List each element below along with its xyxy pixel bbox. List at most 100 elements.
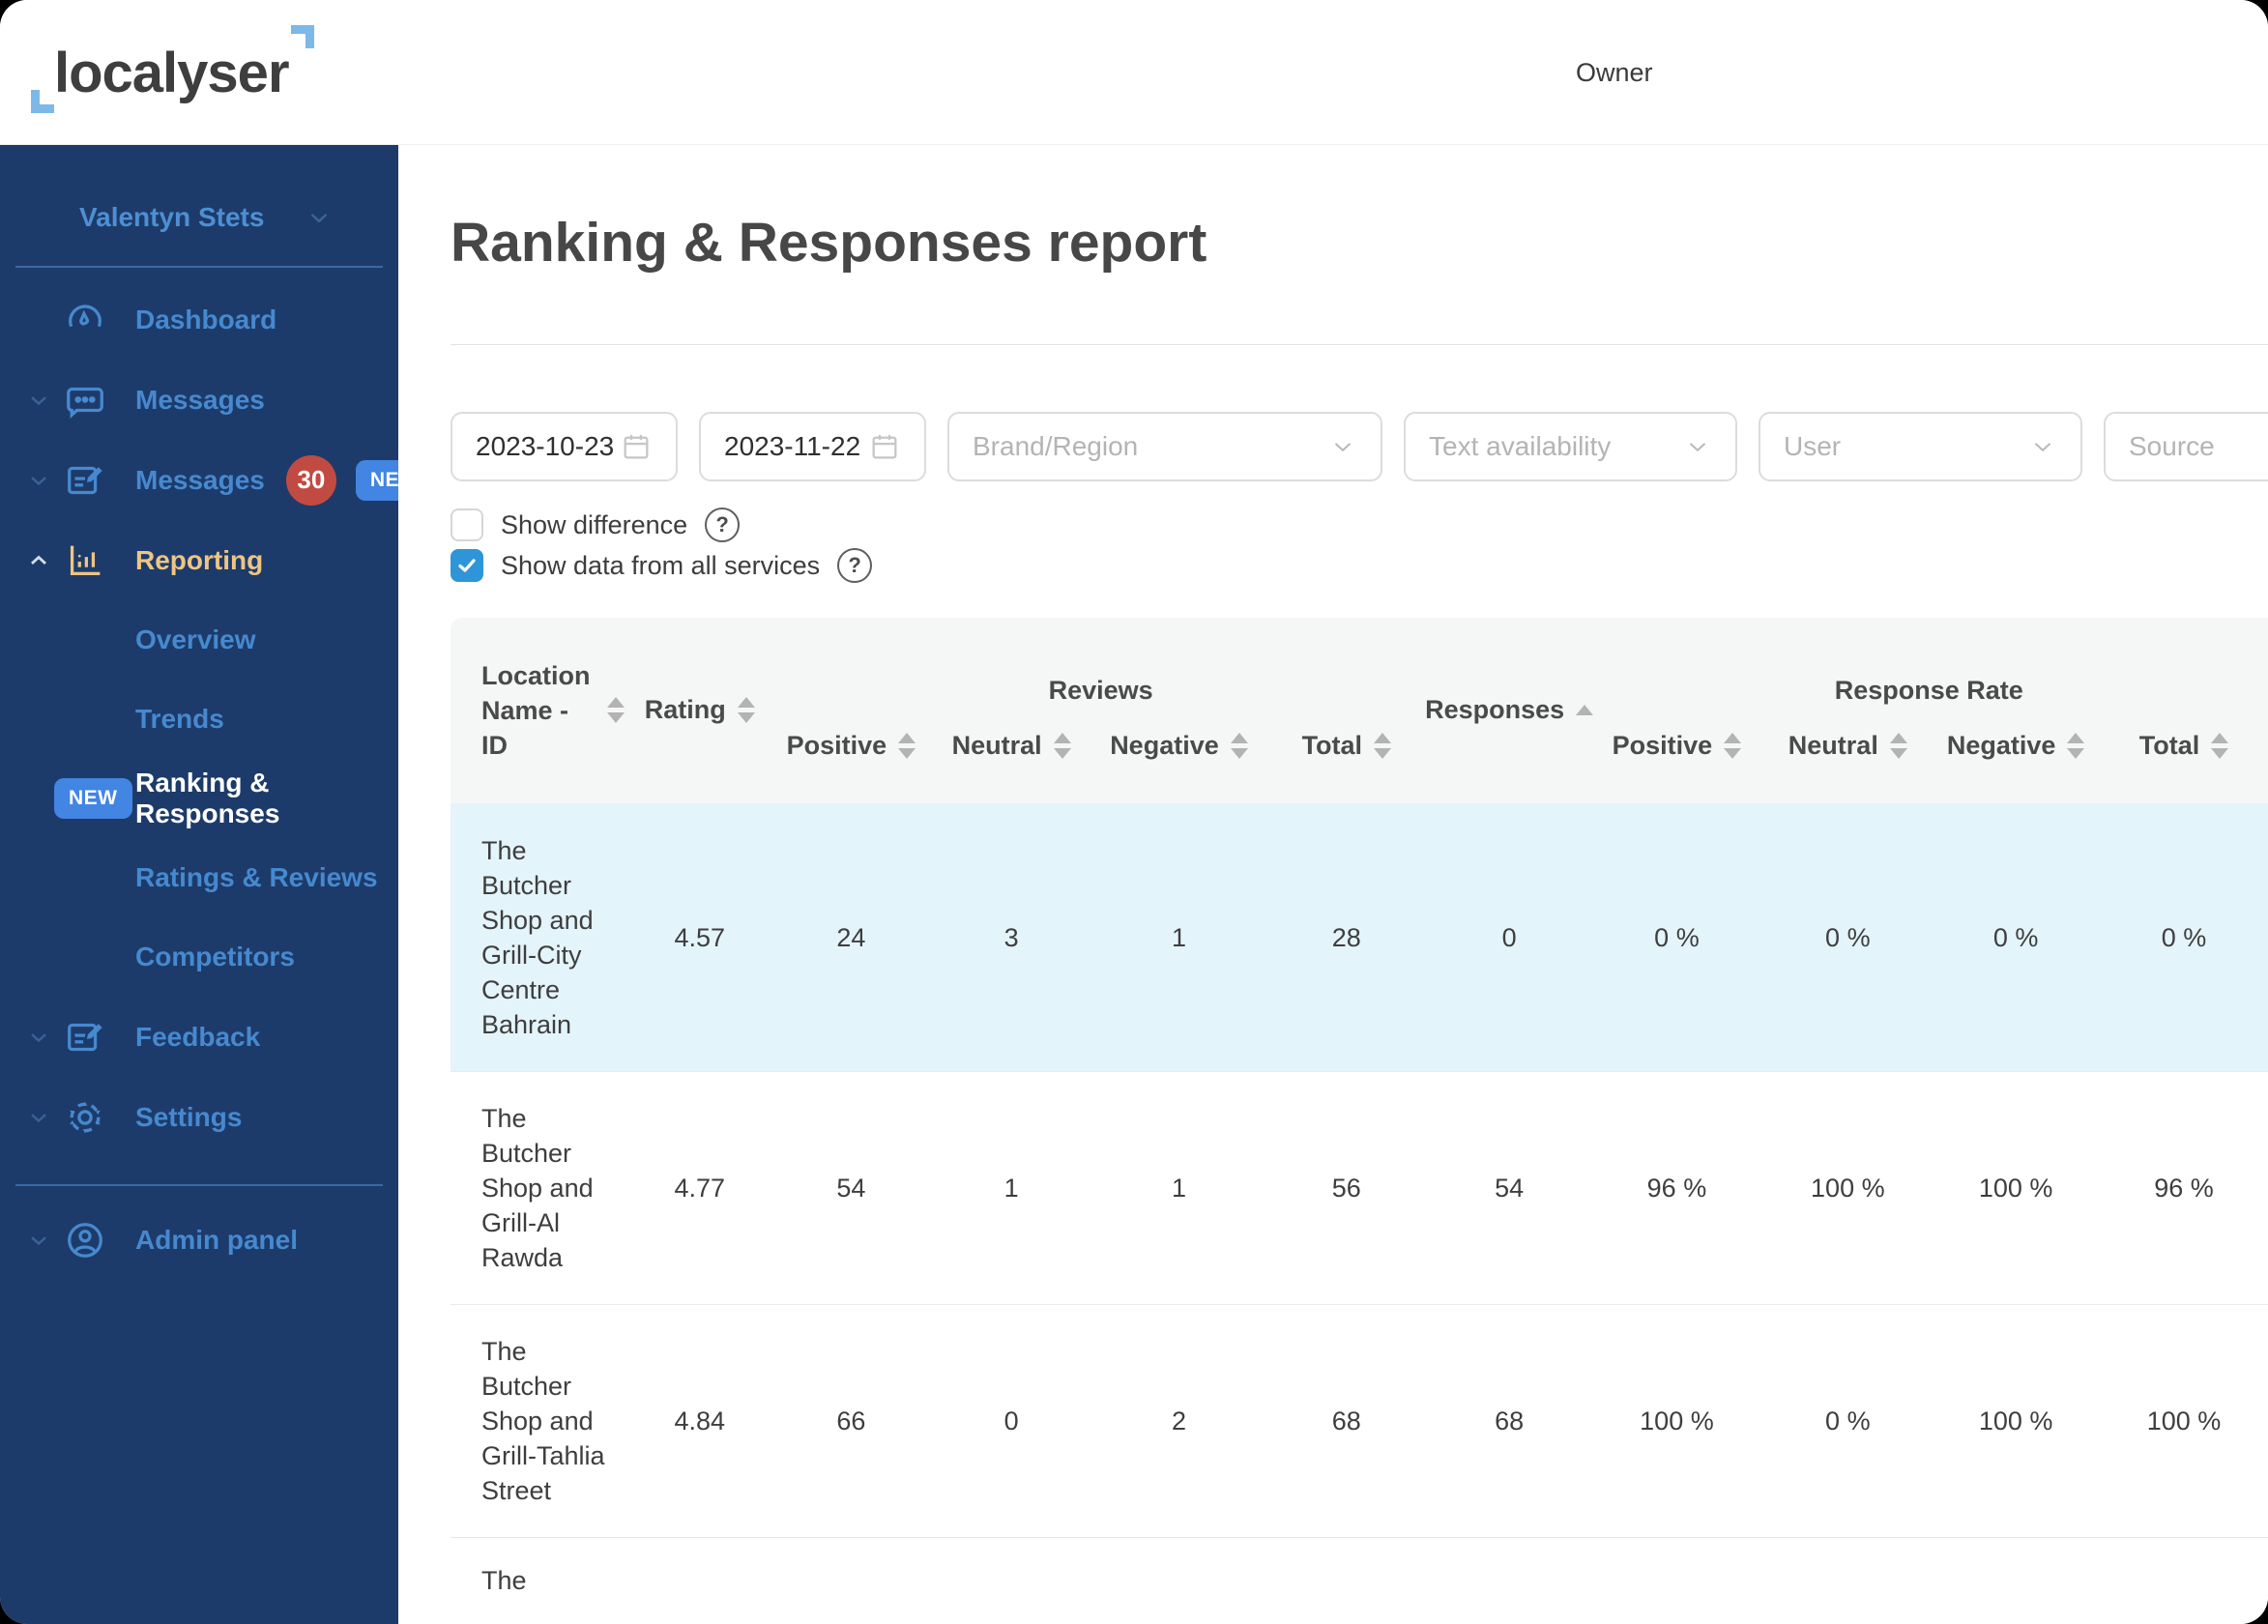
cell-reviews-neutral: 0 (929, 1303, 1094, 1537)
sidebar-item-overview[interactable]: Overview (0, 600, 398, 680)
user-circle-icon (62, 1218, 108, 1262)
show-all-services-option[interactable]: Show data from all services ? (451, 545, 2268, 586)
date-from-value: 2023-10-23 (476, 431, 615, 461)
cell-rate-negative: 100 % (1932, 1070, 2101, 1304)
cell-responses: 54 (1428, 1070, 1590, 1304)
sort-rate-total-button[interactable] (2211, 733, 2229, 759)
feedback-icon (62, 1015, 108, 1059)
messages-icon (62, 458, 108, 503)
chevron-up-icon (25, 547, 52, 574)
account-switcher[interactable]: Valentyn Stets (0, 188, 398, 246)
cell-reviews-negative: 1 (1093, 1070, 1265, 1304)
cell-responses: 68 (1428, 1303, 1590, 1537)
cell-reviews-negative: 1 (1093, 802, 1265, 1071)
cell-reviews-positive: 24 (772, 802, 930, 1071)
sidebar-item-label: Messages (135, 464, 265, 495)
sort-reviews-positive-button[interactable] (898, 733, 916, 759)
cell-responses: 0 (1428, 802, 1590, 1071)
sidebar-item-messages[interactable]: Messages 30 NEW (0, 440, 398, 520)
sidebar-item-ratings-reviews[interactable]: Ratings & Reviews (0, 838, 398, 917)
column-header-rate-neutral: Neutral (1763, 710, 1932, 803)
source-select[interactable]: Source (2104, 412, 2268, 481)
sidebar-item-label: Messages (135, 384, 265, 415)
show-difference-option[interactable]: Show difference ? (451, 505, 2268, 545)
sidebar-item-label: Overview (135, 624, 256, 654)
table-row[interactable]: The (451, 1536, 2268, 1624)
cell-rate-total: 100 % (2100, 1303, 2268, 1537)
sidebar-item-reviews[interactable]: Messages (0, 360, 398, 440)
logo-bracket-icon (31, 90, 54, 113)
sidebar-item-dashboard[interactable]: Dashboard (0, 279, 398, 360)
sort-reviews-negative-button[interactable] (1230, 733, 1248, 759)
brand-region-select[interactable]: Brand/Region (947, 412, 1382, 481)
sort-reviews-neutral-button[interactable] (1053, 733, 1071, 759)
sidebar-item-label: Feedback (135, 1021, 261, 1052)
user-select[interactable]: User (1759, 412, 2082, 481)
new-badge: NEW (54, 778, 132, 819)
logo-text: localyser (54, 42, 290, 104)
sidebar-item-ranking-responses[interactable]: NEW Ranking & Responses (0, 759, 398, 838)
cell-reviews-total: 28 (1264, 802, 1429, 1071)
chevron-down-icon (305, 203, 334, 232)
sidebar-item-feedback[interactable]: Feedback (0, 997, 398, 1077)
column-header-reviews-total: Total (1265, 710, 1429, 803)
chevron-down-icon (25, 1227, 52, 1254)
sort-reviews-total-button[interactable] (1374, 733, 1392, 759)
show-difference-checkbox[interactable] (451, 508, 483, 541)
sidebar-item-settings[interactable]: Settings (0, 1077, 398, 1157)
column-header-rate-negative: Negative (1932, 710, 2100, 803)
sort-rating-button[interactable] (737, 697, 755, 724)
sidebar-item-label: Admin panel (135, 1224, 299, 1255)
user-placeholder: User (1784, 431, 1842, 461)
chevron-down-icon (1683, 432, 1712, 461)
calendar-icon (868, 430, 901, 463)
chevron-down-icon (25, 467, 52, 494)
chevron-down-icon (2028, 432, 2057, 461)
table-row[interactable]: The Butcher Shop and Grill-Tahlia Street… (451, 1303, 2268, 1537)
date-to-input[interactable]: 2023-11-22 (699, 412, 926, 481)
show-all-services-checkbox[interactable] (451, 549, 483, 582)
chevron-down-icon (25, 387, 52, 414)
calendar-icon (620, 430, 653, 463)
sidebar-item-label: Trends (135, 704, 224, 734)
cell-rate-neutral: 0 % (1763, 1303, 1933, 1537)
help-icon[interactable]: ? (705, 508, 741, 542)
table-row[interactable]: The Butcher Shop and Grill-City Centre B… (451, 802, 2268, 1071)
cell-location: The Butcher Shop and Grill-Tahlia Street (451, 1303, 626, 1537)
group-header-reviews: Reviews (1048, 676, 1153, 705)
cell-reviews-negative: 2 (1093, 1303, 1265, 1537)
sidebar-item-trends[interactable]: Trends (0, 680, 398, 759)
cell-rate-total: 96 % (2100, 1070, 2268, 1304)
source-placeholder: Source (2129, 431, 2215, 461)
sidebar-item-label: Ratings & Reviews (135, 862, 378, 892)
gear-icon (62, 1095, 108, 1140)
date-from-input[interactable]: 2023-10-23 (451, 412, 678, 481)
help-icon[interactable]: ? (837, 548, 873, 583)
messages-count-badge: 30 (285, 454, 336, 506)
localyser-logo[interactable]: localyser (31, 25, 314, 113)
cell-reviews-total: 68 (1264, 1303, 1429, 1537)
sort-rate-negative-button[interactable] (2067, 733, 2085, 759)
cell-rate-neutral: 0 % (1763, 802, 1933, 1071)
chevron-down-icon (1328, 432, 1357, 461)
column-header-rating: Rating (626, 618, 773, 803)
sort-rate-positive-button[interactable] (1724, 733, 1742, 759)
chevron-down-icon (25, 1104, 52, 1131)
divider (451, 344, 2268, 345)
sidebar-item-reporting[interactable]: Reporting (0, 520, 398, 600)
sort-responses-button[interactable] (1576, 705, 1594, 716)
cell-rate-negative: 100 % (1932, 1303, 2101, 1537)
sidebar-item-competitors[interactable]: Competitors (0, 917, 398, 997)
text-availability-select[interactable]: Text availability (1404, 412, 1737, 481)
sidebar-item-admin-panel[interactable]: Admin panel (0, 1200, 398, 1280)
column-header-responses: Responses (1425, 618, 1594, 803)
owner-menu[interactable]: Owner (1576, 0, 1653, 145)
text-availability-placeholder: Text availability (1429, 431, 1612, 461)
table-row[interactable]: The Butcher Shop and Grill-Al Rawda 4.77… (451, 1070, 2268, 1304)
dashboard-icon (62, 298, 108, 342)
sort-location-button[interactable] (607, 697, 625, 724)
column-header-rate-positive: Positive (1589, 710, 1763, 803)
app-window: localyser Owner Valentyn Stets Dashboard… (0, 0, 2268, 1624)
page-title: Ranking & Responses report (451, 212, 1207, 274)
sort-rate-neutral-button[interactable] (1889, 733, 1907, 759)
